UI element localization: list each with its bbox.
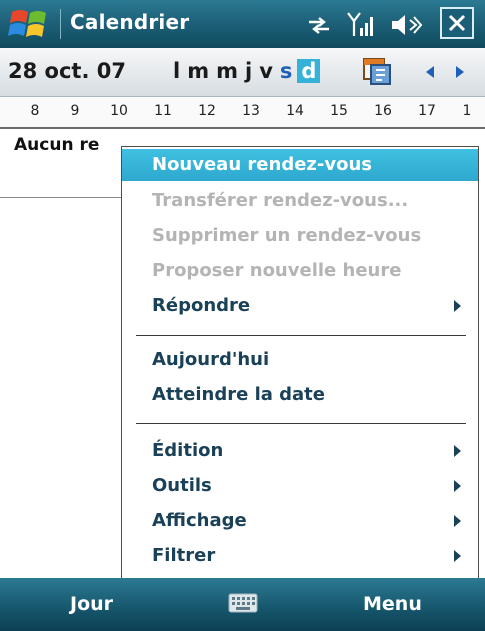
menu-item-today[interactable]: Aujourd'hui <box>152 344 269 376</box>
close-icon <box>448 14 466 32</box>
speaker-icon[interactable] <box>390 12 424 38</box>
menu-item-propose-new-time: Proposer nouvelle heure <box>152 260 402 281</box>
context-menu: Nouveau rendez-vous Transférer rendez-vo… <box>121 146 479 579</box>
hour-label: 10 <box>110 103 128 119</box>
softkey-day[interactable]: Jour <box>70 593 113 615</box>
submenu-arrow-icon <box>454 300 461 312</box>
menu-separator <box>136 423 466 424</box>
hour-label: 11 <box>154 103 172 119</box>
submenu-arrow-icon <box>454 480 461 492</box>
chevron-right-icon <box>456 66 464 78</box>
menu-item-edit[interactable]: Édition <box>152 435 223 467</box>
divider <box>0 197 122 198</box>
weekday-monday[interactable]: l <box>173 59 180 83</box>
sync-arrows-icon[interactable] <box>306 14 332 36</box>
keyboard-icon[interactable] <box>228 591 258 619</box>
close-button[interactable] <box>440 7 474 39</box>
submenu-arrow-icon <box>454 550 461 562</box>
menu-item-respond[interactable]: Répondre <box>152 290 250 322</box>
hour-label: 13 <box>242 103 260 119</box>
menu-item-view[interactable]: Affichage <box>152 505 247 537</box>
previous-day-button[interactable] <box>423 64 437 84</box>
menu-item-new-appointment[interactable]: Nouveau rendez-vous <box>122 149 478 181</box>
hour-label: 12 <box>198 103 216 119</box>
weekday-thursday[interactable]: j <box>245 59 252 83</box>
hour-label: 14 <box>286 103 304 119</box>
menu-item-filter[interactable]: Filtrer <box>152 540 215 572</box>
weekday-tuesday[interactable]: m <box>187 59 209 83</box>
hour-label: 1 <box>462 103 472 119</box>
hour-label: 17 <box>418 103 436 119</box>
chevron-left-icon <box>426 66 434 78</box>
next-day-button[interactable] <box>453 64 467 84</box>
title-bar: Calendrier <box>0 0 485 48</box>
weekday-selector: lmmjvsd <box>173 59 327 83</box>
weekday-friday[interactable]: v <box>259 59 273 83</box>
agenda-empty-text: Aucun re <box>14 135 100 155</box>
title-separator <box>60 9 61 39</box>
hour-label: 15 <box>330 103 348 119</box>
hours-bar: 8 9 10 11 12 13 14 15 16 17 1 <box>0 97 485 129</box>
windows-start-icon[interactable] <box>8 6 52 42</box>
calendar-icon[interactable] <box>362 56 392 86</box>
hour-label: 9 <box>70 103 80 119</box>
menu-item-beam-appointment: Transférer rendez-vous... <box>152 190 409 211</box>
hour-label: 16 <box>374 103 392 119</box>
hour-label: 8 <box>30 103 40 119</box>
softkey-menu[interactable]: Menu <box>363 593 422 615</box>
signal-icon[interactable] <box>346 10 376 38</box>
current-date[interactable]: 28 oct. 07 <box>8 59 126 83</box>
weekday-saturday[interactable]: s <box>280 59 293 83</box>
date-bar: 28 oct. 07 lmmjvsd <box>0 48 485 97</box>
submenu-arrow-icon <box>454 515 461 527</box>
submenu-arrow-icon <box>454 445 461 457</box>
app-title: Calendrier <box>70 10 190 34</box>
menu-item-tools[interactable]: Outils <box>152 470 212 502</box>
weekday-sunday-selected[interactable]: d <box>297 59 321 83</box>
menu-item-go-to-date[interactable]: Atteindre la date <box>152 379 325 411</box>
soft-key-bar: Jour Menu <box>0 578 485 631</box>
menu-item-delete-appointment: Supprimer un rendez-vous <box>152 225 422 246</box>
menu-separator <box>136 335 466 336</box>
weekday-wednesday[interactable]: m <box>216 59 238 83</box>
